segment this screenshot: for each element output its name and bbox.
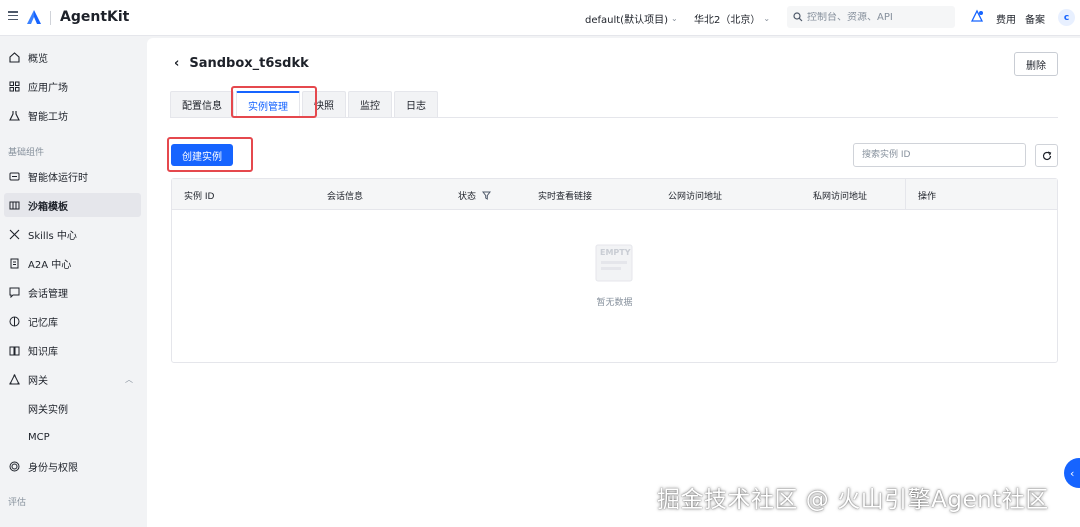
sidebar-item-label: 身份与权限 bbox=[28, 462, 78, 474]
column-header: 会话信息 bbox=[327, 192, 364, 202]
region-select[interactable]: 华北2（北京） ⌄ bbox=[694, 11, 770, 26]
logo-divider bbox=[50, 11, 51, 25]
fingerprint-icon bbox=[8, 460, 20, 472]
column-header: 私网访问地址 bbox=[813, 192, 868, 202]
sidebar-item-identity[interactable]: 身份与权限 bbox=[4, 454, 141, 478]
brain-icon bbox=[8, 315, 20, 327]
tab-logs[interactable]: 日志 bbox=[394, 91, 438, 117]
page-header: ‹ Sandbox_t6sdkk bbox=[174, 56, 309, 71]
search-icon bbox=[793, 12, 803, 22]
column-header: 实时查看链接 bbox=[538, 192, 593, 202]
nav-group-eval: 评估 bbox=[8, 498, 27, 508]
sidebar-item-label: 会话管理 bbox=[28, 288, 68, 300]
sidebar-item-label: 概览 bbox=[28, 53, 48, 65]
chevron-up-icon: ︿ bbox=[125, 374, 133, 384]
sandbox-icon bbox=[8, 199, 20, 211]
sidebar-item-memory[interactable]: 记忆库 bbox=[4, 309, 141, 333]
sidebar-item-label: 沙箱模板 bbox=[28, 201, 68, 213]
sidebar-item-gateway-instances[interactable]: 网关实例 bbox=[4, 396, 141, 420]
chat-icon bbox=[8, 286, 20, 298]
a2a-icon bbox=[8, 257, 20, 269]
sidebar-item-mcp[interactable]: MCP bbox=[4, 425, 141, 449]
sidebar-item-label: MCP bbox=[28, 431, 50, 443]
sidebar-item-label: 智能工坊 bbox=[28, 111, 68, 123]
nav-group-basic: 基础组件 bbox=[8, 148, 45, 158]
sidebar-item-a2a[interactable]: A2A 中心 bbox=[4, 251, 141, 275]
column-header: 实例 ID bbox=[184, 192, 215, 202]
sidebar-item-skills[interactable]: Skills 中心 bbox=[4, 222, 141, 246]
instance-table: 实例 ID 会话信息 状态 实时查看链接 公网访问地址 私网访问地址 操作 EM… bbox=[171, 178, 1058, 363]
sidebar-item-label: Skills 中心 bbox=[28, 230, 77, 242]
sidebar-item-label: 知识库 bbox=[28, 346, 58, 358]
back-arrow-icon[interactable]: ‹ bbox=[174, 56, 179, 71]
main-panel: ‹ Sandbox_t6sdkk 删除 配置信息 实例管理 快照 监控 日志 创… bbox=[147, 38, 1080, 527]
instance-search-input[interactable] bbox=[853, 143, 1026, 167]
project-label: default(默认项目) bbox=[585, 15, 668, 26]
sidebar-item-runtime[interactable]: 智能体运行时 bbox=[4, 164, 141, 188]
sidebar-item-knowledge[interactable]: 知识库 bbox=[4, 338, 141, 362]
sidebar-item-label: 记忆库 bbox=[28, 317, 58, 329]
refresh-icon bbox=[1042, 150, 1051, 160]
watermark: 掘金技术社区 @ 火山引擎Agent社区 bbox=[657, 487, 1049, 513]
apps-grid-icon bbox=[8, 80, 20, 92]
sidebar-item-label: A2A 中心 bbox=[28, 259, 72, 271]
sidebar-item-sessions[interactable]: 会话管理 bbox=[4, 280, 141, 304]
project-select[interactable]: default(默认项目) ⌄ bbox=[585, 11, 678, 26]
chevron-down-icon: ⌄ bbox=[763, 14, 771, 23]
gateway-icon bbox=[8, 373, 20, 385]
table-header: 实例 ID 会话信息 状态 实时查看链接 公网访问地址 私网访问地址 操作 bbox=[172, 179, 1057, 210]
skills-icon bbox=[8, 228, 20, 240]
delete-button[interactable]: 删除 bbox=[1014, 52, 1058, 76]
refresh-button[interactable] bbox=[1035, 144, 1058, 167]
column-header: 公网访问地址 bbox=[668, 192, 723, 202]
page-title: Sandbox_t6sdkk bbox=[189, 56, 309, 71]
avatar[interactable]: c bbox=[1058, 9, 1075, 26]
account-icon[interactable] bbox=[970, 9, 984, 23]
sidebar-item-overview[interactable]: 概览 bbox=[4, 45, 141, 69]
column-header-status: 状态 bbox=[458, 189, 492, 202]
sidebar: 概览 应用广场 智能工坊 基础组件 智能体运行时 沙箱模板 Skills 中心 … bbox=[0, 37, 146, 527]
home-icon bbox=[8, 51, 20, 63]
highlight-box-create bbox=[167, 137, 253, 172]
runtime-icon bbox=[8, 170, 20, 182]
column-header: 操作 bbox=[918, 192, 937, 202]
empty-state: EMPTY 暂无数据 bbox=[172, 239, 1057, 308]
sidebar-item-label: 网关 bbox=[28, 375, 48, 387]
chevron-left-icon: ‹ bbox=[1070, 466, 1075, 480]
beian-link[interactable]: 备案 bbox=[1025, 11, 1045, 26]
fee-link[interactable]: 费用 bbox=[996, 11, 1016, 26]
menu-icon[interactable] bbox=[8, 11, 18, 20]
global-search[interactable] bbox=[787, 6, 955, 28]
sidebar-item-gateway[interactable]: 网关 ︿ bbox=[4, 367, 141, 391]
empty-box-icon: EMPTY bbox=[595, 244, 632, 282]
sidebar-item-sandbox[interactable]: 沙箱模板 bbox=[4, 193, 141, 217]
filter-icon[interactable] bbox=[482, 191, 492, 200]
sidebar-item-label: 智能体运行时 bbox=[28, 172, 88, 184]
logo-icon bbox=[27, 10, 41, 24]
global-search-input[interactable] bbox=[807, 11, 947, 23]
sidebar-item-label: 应用广场 bbox=[28, 82, 68, 94]
highlight-box-tab bbox=[231, 86, 317, 118]
tab-monitor[interactable]: 监控 bbox=[348, 91, 392, 117]
tab-config[interactable]: 配置信息 bbox=[170, 91, 234, 117]
empty-text: 暂无数据 bbox=[596, 298, 633, 308]
sidebar-item-workshop[interactable]: 智能工坊 bbox=[4, 103, 141, 127]
column-divider bbox=[905, 179, 906, 210]
app-title: AgentKit bbox=[60, 9, 130, 25]
sidebar-item-label: 网关实例 bbox=[28, 404, 68, 416]
column-header: 状态 bbox=[458, 192, 477, 202]
chevron-down-icon: ⌄ bbox=[671, 14, 678, 23]
book-icon bbox=[8, 344, 20, 356]
top-bar: AgentKit default(默认项目) ⌄ 华北2（北京） ⌄ 费用 备案… bbox=[0, 0, 1080, 36]
flask-icon bbox=[8, 109, 20, 121]
sidebar-item-app-plaza[interactable]: 应用广场 bbox=[4, 74, 141, 98]
region-label: 华北2（北京） bbox=[694, 15, 761, 26]
empty-badge: EMPTY bbox=[600, 248, 631, 257]
